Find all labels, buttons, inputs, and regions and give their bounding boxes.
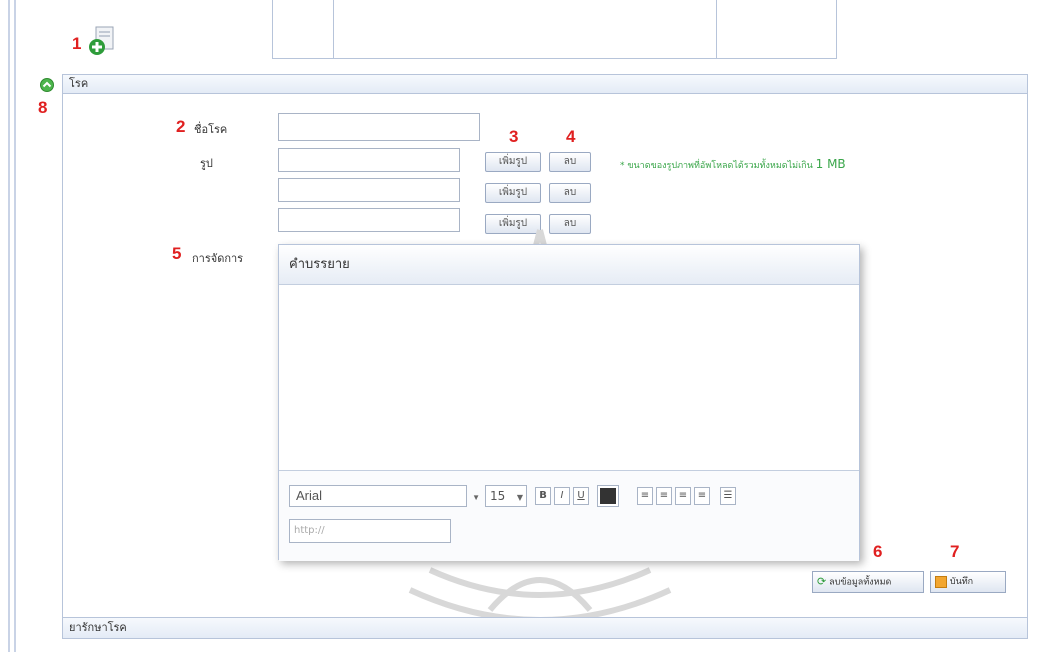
image-path-input[interactable] bbox=[278, 148, 460, 172]
treatment-panel-header[interactable]: ยารักษาโรค bbox=[62, 617, 1028, 639]
image-label: รูป bbox=[200, 157, 213, 170]
marker-8: 8 bbox=[38, 98, 48, 117]
link-input[interactable]: http:// bbox=[289, 519, 451, 543]
description-editor: คำบรรยาย Arial ▼ 15 ▼ B I U ≡ ≡ ≡ ≡ ☰ ht… bbox=[278, 244, 860, 561]
top-table bbox=[272, 0, 837, 59]
delete-image-button[interactable]: ลบ bbox=[549, 214, 591, 234]
bold-button[interactable]: B bbox=[535, 487, 551, 505]
editor-toolbar: Arial ▼ 15 ▼ B I U ≡ ≡ ≡ ≡ ☰ http:// bbox=[279, 470, 859, 561]
italic-button[interactable]: I bbox=[554, 487, 570, 505]
justify-icon: ≡ bbox=[697, 490, 707, 501]
align-left-icon: ≡ bbox=[640, 490, 650, 501]
marker-1: 1 bbox=[72, 34, 82, 53]
list-icon: ☰ bbox=[723, 490, 733, 501]
disease-panel-header[interactable]: โรค bbox=[62, 74, 1028, 94]
management-label: การจัดการ bbox=[192, 252, 244, 265]
chevron-down-icon: ▼ bbox=[472, 493, 480, 502]
color-swatch-icon bbox=[600, 488, 616, 504]
upload-size-note: * ขนาดของรูปภาพที่อัพโหลดได้รวมทั้งหมดไม… bbox=[620, 157, 846, 172]
align-center-button[interactable]: ≡ bbox=[656, 487, 672, 505]
left-border-line bbox=[8, 0, 10, 652]
upload-size-limit: 1 MB bbox=[815, 157, 846, 171]
chevron-down-icon: ▼ bbox=[516, 493, 523, 502]
add-image-button[interactable]: เพิ่มรูป bbox=[485, 152, 541, 172]
marker-6: 6 bbox=[873, 542, 883, 561]
left-border-line bbox=[14, 0, 16, 652]
clear-all-label: ลบข้อมูลทั้งหมด bbox=[829, 577, 892, 588]
table-column bbox=[716, 0, 717, 58]
font-size-select[interactable]: 15 ▼ bbox=[485, 485, 527, 507]
delete-image-button[interactable]: ลบ bbox=[549, 152, 591, 172]
save-label: บันทึก bbox=[949, 577, 974, 587]
marker-3: 3 bbox=[509, 127, 519, 146]
disease-name-label: ชื่อโรค bbox=[194, 123, 228, 136]
marker-7: 7 bbox=[950, 542, 960, 561]
font-family-select[interactable]: Arial ▼ bbox=[289, 485, 480, 507]
add-image-button[interactable]: เพิ่มรูป bbox=[485, 183, 541, 203]
list-button[interactable]: ☰ bbox=[720, 487, 736, 505]
align-right-icon: ≡ bbox=[678, 490, 688, 501]
justify-button[interactable]: ≡ bbox=[694, 487, 710, 505]
marker-4: 4 bbox=[566, 127, 576, 146]
save-button[interactable]: บันทึก bbox=[930, 571, 1006, 593]
text-color-button[interactable] bbox=[597, 485, 619, 507]
underline-button[interactable]: U bbox=[573, 487, 589, 505]
align-right-button[interactable]: ≡ bbox=[675, 487, 691, 505]
refresh-icon: ⟳ bbox=[817, 575, 827, 588]
font-size-value: 15 bbox=[490, 489, 506, 503]
upload-size-note-text: * ขนาดของรูปภาพที่อัพโหลดได้รวมทั้งหมดไม… bbox=[620, 161, 813, 171]
disease-name-input[interactable] bbox=[278, 113, 480, 141]
delete-image-button[interactable]: ลบ bbox=[549, 183, 591, 203]
add-document-icon[interactable] bbox=[86, 25, 116, 57]
editor-title: คำบรรยาย bbox=[279, 245, 859, 285]
editor-text-area[interactable] bbox=[279, 285, 859, 470]
align-left-button[interactable]: ≡ bbox=[637, 487, 653, 505]
font-family-value: Arial bbox=[296, 488, 323, 503]
marker-2: 2 bbox=[176, 117, 186, 136]
clear-all-button[interactable]: ⟳ ลบข้อมูลทั้งหมด bbox=[812, 571, 924, 593]
marker-5: 5 bbox=[172, 244, 182, 263]
expand-icon[interactable] bbox=[40, 78, 54, 92]
save-icon bbox=[935, 575, 947, 588]
add-image-button[interactable]: เพิ่มรูป bbox=[485, 214, 541, 234]
align-center-icon: ≡ bbox=[659, 490, 669, 501]
image-path-input[interactable] bbox=[278, 178, 460, 202]
table-column bbox=[333, 0, 334, 58]
image-path-input[interactable] bbox=[278, 208, 460, 232]
